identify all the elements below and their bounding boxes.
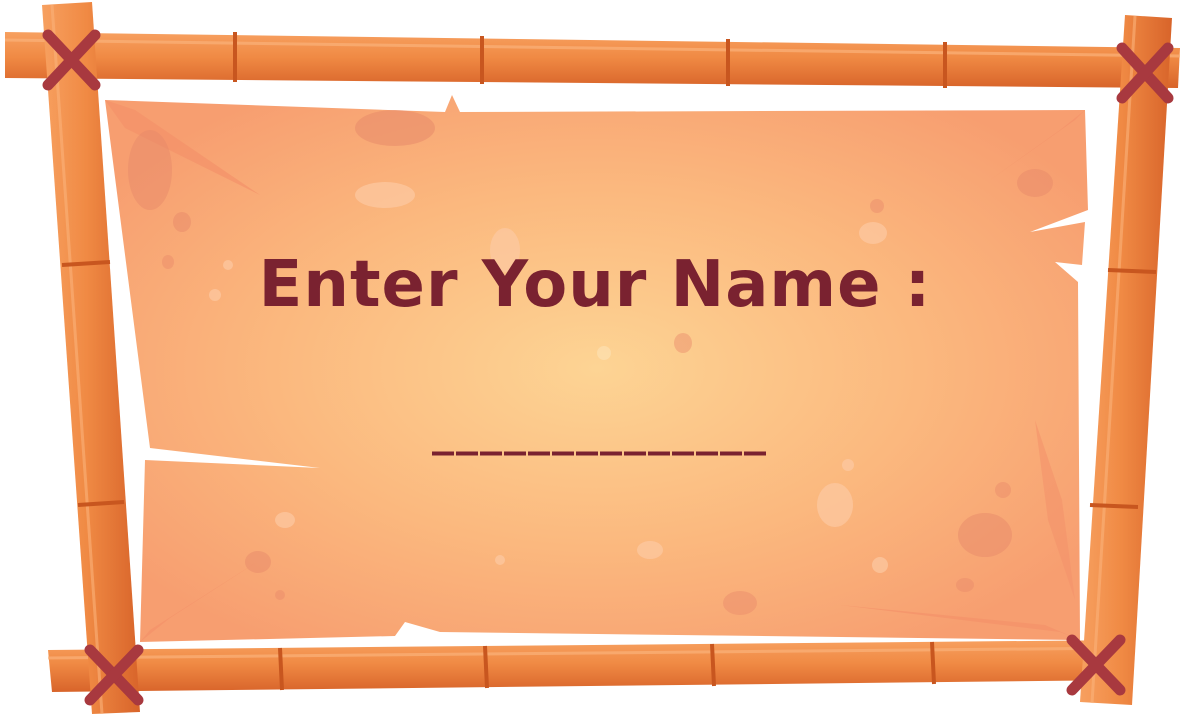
name-input[interactable] <box>320 395 880 465</box>
parchment <box>105 95 1088 642</box>
bamboo-bottom <box>47 640 1133 692</box>
bamboo-top <box>4 32 1181 88</box>
bamboo-frame-graphic <box>4 2 1181 714</box>
name-entry-screen: Enter Your Name : <box>0 0 1190 714</box>
bamboo-right <box>1080 15 1172 705</box>
enter-name-title: Enter Your Name : <box>258 248 932 322</box>
